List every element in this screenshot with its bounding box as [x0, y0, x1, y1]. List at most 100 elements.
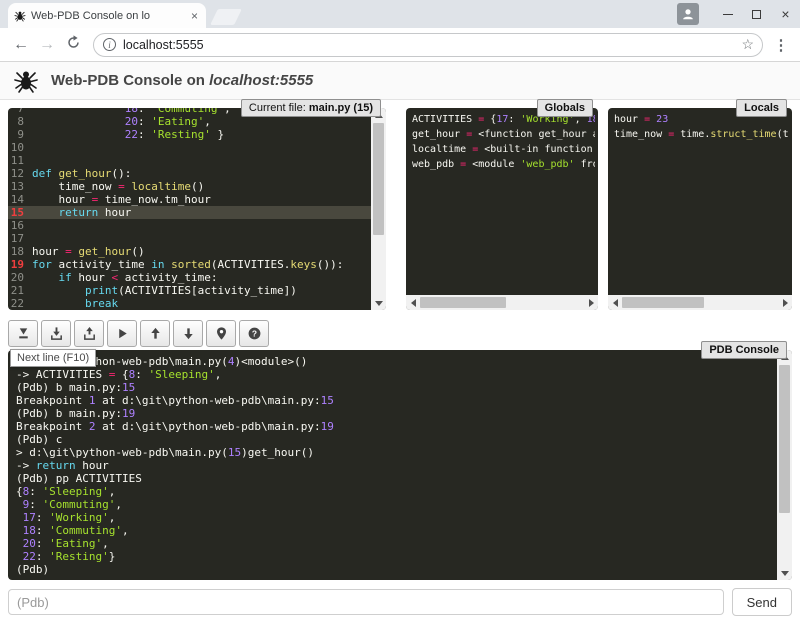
browser-menu-button[interactable]: ⋮	[770, 36, 792, 54]
browser-titlebar: Web-PDB Console on lo × ×	[0, 0, 800, 28]
bug-logo-icon	[13, 68, 39, 94]
profile-button[interactable]	[677, 3, 699, 25]
info-icon[interactable]: i	[103, 38, 116, 51]
code-line: 17	[8, 232, 371, 245]
line-number: 18	[8, 245, 32, 258]
scroll-down-arrow[interactable]	[371, 296, 386, 310]
console-lines: > d:\git\python-web-pdb\main.py(4)<modul…	[16, 355, 776, 578]
code-viewer: 7 18: 'Commuting',8 20: 'Eating',9 22: '…	[8, 108, 371, 310]
globals-panel: Globals ACTIVITIES = {17: 'Working', 18:…	[406, 108, 598, 310]
scroll-thumb[interactable]	[779, 365, 790, 513]
locals-label: Locals	[736, 99, 787, 117]
return-button[interactable]	[74, 320, 104, 347]
refresh-button[interactable]	[60, 35, 86, 55]
user-icon	[681, 7, 695, 21]
line-number: 21	[8, 284, 32, 297]
code-line: 13 time_now = localtime()	[8, 180, 371, 193]
line-number: 11	[8, 154, 32, 167]
back-button[interactable]: ←	[8, 36, 34, 54]
help-icon: ?	[247, 326, 262, 341]
code-line: 22 break	[8, 297, 371, 310]
globals-scrollbar[interactable]	[406, 295, 598, 310]
locals-lines: hour = 23time_now = time.struct_time(tm_…	[614, 112, 789, 295]
scroll-left-arrow[interactable]	[406, 295, 420, 310]
pdb-command-input[interactable]	[8, 589, 724, 615]
browser-tab[interactable]: Web-PDB Console on lo ×	[8, 3, 206, 28]
code-line: 21 print(ACTIVITIES[activity_time])	[8, 284, 371, 297]
tooltip: Next line (F10)	[10, 349, 96, 367]
line-number: 15	[8, 206, 32, 219]
console-line: > d:\git\python-web-pdb\main.py(15)get_h…	[16, 446, 776, 459]
pdb-console-panel: PDB Console > d:\git\python-web-pdb\main…	[8, 350, 792, 580]
line-number: 14	[8, 193, 32, 206]
close-icon: ×	[781, 7, 789, 21]
continue-button[interactable]	[107, 320, 137, 347]
pdb-console-label: PDB Console	[701, 341, 787, 359]
code-line: 18hour = get_hour()	[8, 245, 371, 258]
console-line: Breakpoint 1 at d:\git\python-web-pdb\ma…	[16, 394, 776, 407]
line-number: 16	[8, 219, 32, 232]
line-number: 17	[8, 232, 32, 245]
debug-toolbar: ?	[8, 320, 792, 348]
minimize-icon	[723, 14, 733, 15]
code-scrollbar[interactable]	[371, 108, 386, 310]
refresh-icon	[66, 35, 81, 50]
host-text: localhost:5555	[209, 72, 313, 89]
scroll-right-arrow[interactable]	[584, 295, 598, 310]
globals-line: get_hour = <function get_hour at 0	[412, 127, 595, 142]
down-button[interactable]	[173, 320, 203, 347]
minimize-button[interactable]	[713, 0, 742, 28]
code-line: 12def get_hour():	[8, 167, 371, 180]
console-line: -> return hour	[16, 459, 776, 472]
url-text[interactable]: localhost:5555	[123, 38, 739, 52]
scroll-right-arrow[interactable]	[778, 295, 792, 310]
where-icon	[214, 326, 229, 341]
console-line: > d:\git\python-web-pdb\main.py(4)<modul…	[16, 355, 776, 368]
next-line-button[interactable]	[8, 320, 38, 347]
console-line: Breakpoint 2 at d:\git\python-web-pdb\ma…	[16, 420, 776, 433]
forward-button[interactable]: →	[34, 36, 60, 54]
where-button[interactable]	[206, 320, 236, 347]
console-line: (Pdb) c	[16, 433, 776, 446]
code-line: 19for activity_time in sorted(ACTIVITIES…	[8, 258, 371, 271]
step-into-icon	[49, 326, 64, 341]
console-line: 18: 'Commuting',	[16, 524, 776, 537]
scroll-down-arrow[interactable]	[777, 566, 792, 580]
line-number: 10	[8, 141, 32, 154]
arrow-up-icon	[148, 326, 163, 341]
close-button[interactable]: ×	[771, 0, 800, 28]
panels-row: Current file: main.py (15) 7 18: 'Commut…	[8, 108, 792, 310]
globals-line: localtime = <built-in function loc	[412, 142, 595, 157]
console-line: 22: 'Resting'}	[16, 550, 776, 563]
console-line: 17: 'Working',	[16, 511, 776, 524]
new-tab-button[interactable]	[210, 9, 242, 25]
step-into-button[interactable]	[41, 320, 71, 347]
scroll-left-arrow[interactable]	[608, 295, 622, 310]
globals-lines: ACTIVITIES = {17: 'Working', 18: 'get_ho…	[412, 112, 595, 295]
bookmark-star-icon[interactable]: ☆	[739, 36, 756, 53]
address-bar[interactable]: i localhost:5555 ☆	[93, 33, 763, 57]
console-line: (Pdb)	[16, 563, 776, 576]
console-line: {8: 'Sleeping',	[16, 485, 776, 498]
line-number: 8	[8, 115, 32, 128]
scroll-thumb[interactable]	[622, 297, 704, 308]
page-header: Web-PDB Console on localhost:5555	[0, 62, 800, 100]
console-scrollbar[interactable]	[777, 350, 792, 580]
current-file-panel: Current file: main.py (15) 7 18: 'Commut…	[8, 108, 386, 310]
scroll-thumb[interactable]	[420, 297, 506, 308]
locals-panel: Locals hour = 23time_now = time.struct_t…	[608, 108, 792, 310]
code-line: 9 22: 'Resting' }	[8, 128, 371, 141]
locals-scrollbar[interactable]	[608, 295, 792, 310]
svg-text:?: ?	[251, 329, 256, 339]
scroll-thumb[interactable]	[373, 123, 384, 235]
send-button[interactable]: Send	[732, 588, 792, 616]
help-button[interactable]: ?	[239, 320, 269, 347]
up-button[interactable]	[140, 320, 170, 347]
code-line: 16	[8, 219, 371, 232]
maximize-button[interactable]	[742, 0, 771, 28]
console-line: 20: 'Eating',	[16, 537, 776, 550]
code-line: 20 if hour < activity_time:	[8, 271, 371, 284]
line-number: 9	[8, 128, 32, 141]
tab-close-icon[interactable]: ×	[189, 9, 200, 23]
code-line: 14 hour = time_now.tm_hour	[8, 193, 371, 206]
